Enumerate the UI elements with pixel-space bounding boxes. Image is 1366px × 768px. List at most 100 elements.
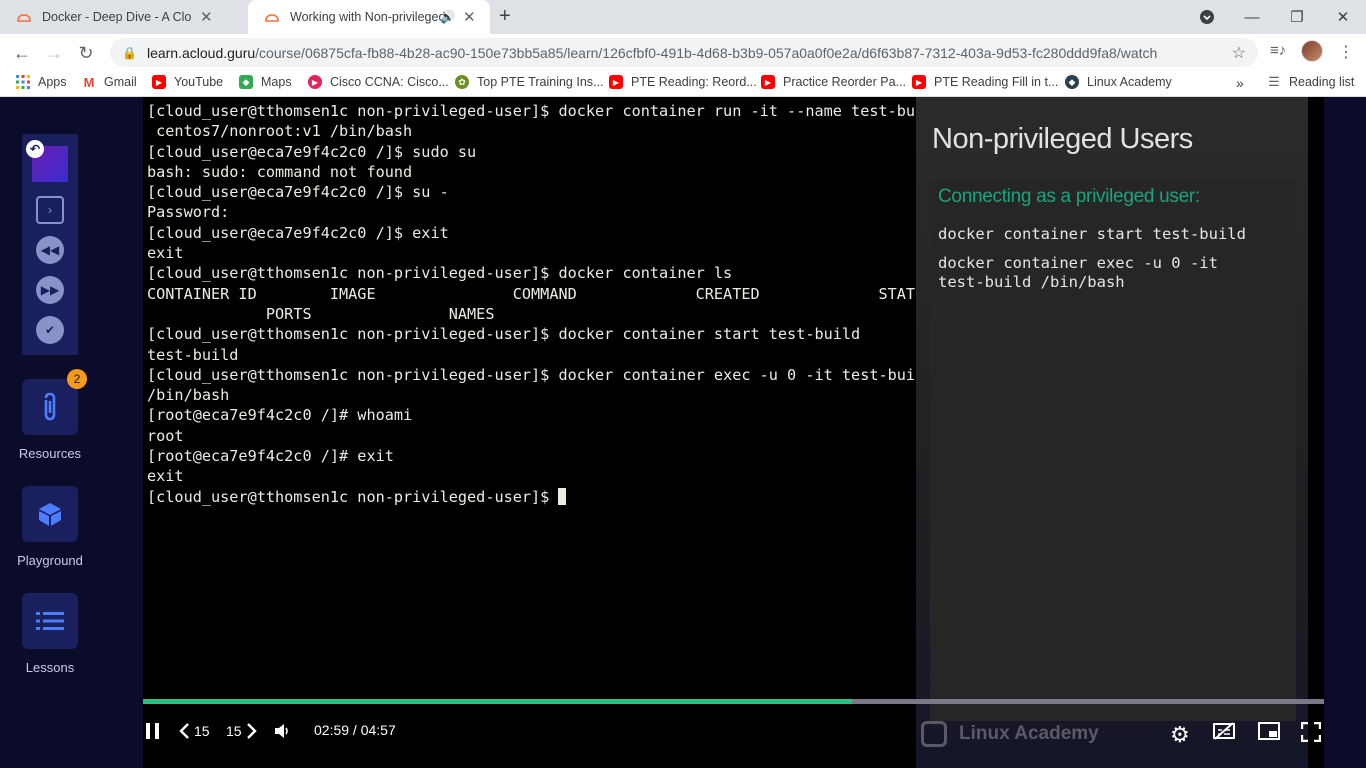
url-path: /course/06875cfa-fb88-4b28-ac90-150e73bb…	[255, 44, 1158, 61]
bookmark-pte-reading-reorder[interactable]: ▶ PTE Reading: Reord...	[609, 75, 757, 89]
browser-toolbar: ← → ↻ 🔒 learn.acloud.guru /course/06875c…	[0, 34, 1366, 71]
bookmark-label: Apps	[38, 75, 67, 89]
paperclip-icon	[44, 392, 56, 421]
bookmark-gmail[interactable]: M Gmail	[82, 75, 137, 90]
watermark-text: Linux Academy	[959, 723, 1099, 744]
bookmark-label: PTE Reading: Reord...	[631, 75, 757, 89]
right-gutter	[1324, 97, 1366, 768]
media-control-icon[interactable]: ≡♪	[1270, 42, 1286, 59]
tab-non-privileged[interactable]: Working with Non-privileged 🔊 ✕	[248, 0, 490, 34]
bookmark-label: YouTube	[174, 75, 224, 89]
playground-label: Playground	[17, 553, 83, 568]
volume-button[interactable]	[273, 722, 291, 740]
terminal-line: [cloud_user@eca7e9f4c2c0 /]$ su -	[147, 183, 449, 202]
close-tab-icon[interactable]: ✕	[463, 8, 476, 26]
rewind-15-button[interactable]: 15	[178, 722, 210, 740]
close-tab-icon[interactable]: ✕	[200, 8, 213, 26]
captions-off-button[interactable]	[1213, 722, 1235, 740]
cisco-icon: ▶	[308, 75, 322, 89]
gear-icon: ⚙	[1170, 722, 1190, 747]
pte-icon: ✿	[455, 75, 469, 89]
fullscreen-button[interactable]	[1301, 722, 1321, 742]
bookmark-label: Linux Academy	[1087, 75, 1172, 89]
back-arrow-icon[interactable]: ←	[9, 40, 35, 66]
lessons-label: Lessons	[25, 660, 75, 675]
bookmark-pte-training[interactable]: ✿ Top PTE Training Ins...	[455, 75, 603, 89]
linux-academy-icon: ◆	[1065, 75, 1079, 89]
reading-list-label: Reading list	[1289, 75, 1355, 89]
terminal-line: [cloud_user@eca7e9f4c2c0 /]$ sudo su	[147, 142, 477, 161]
tab-strip: Docker - Deep Dive - A Cloud Gu ✕ Workin…	[0, 0, 1366, 34]
resources-button[interactable]	[22, 379, 78, 435]
mark-complete-icon[interactable]: ✔	[36, 316, 64, 344]
bookmark-maps[interactable]: ◆ Maps	[239, 75, 292, 89]
linux-academy-logo-icon	[921, 721, 947, 747]
bookmark-linux-academy[interactable]: ◆ Linux Academy	[1065, 75, 1172, 89]
forward-arrow-icon[interactable]: →	[41, 40, 67, 66]
forward-label: 15	[226, 723, 242, 739]
lessons-button[interactable]	[22, 593, 78, 649]
chevron-right-icon	[246, 723, 257, 739]
video-progress-bar[interactable]	[143, 699, 1324, 704]
playground-button[interactable]	[22, 486, 78, 542]
resources-count-badge: 2	[67, 369, 87, 389]
forward-15-button[interactable]: 15	[226, 722, 258, 740]
acloudguru-tab-icon	[264, 9, 280, 25]
terminal-line: [root@eca7e9f4c2c0 /]# exit	[147, 447, 394, 466]
video-progress-fill	[143, 699, 852, 704]
profile-avatar[interactable]	[1301, 40, 1323, 62]
close-window-button[interactable]: ✕	[1320, 0, 1366, 34]
back-icon[interactable]: ↶	[26, 140, 44, 158]
toggle-panel-icon[interactable]: ›	[36, 196, 64, 224]
reading-list-icon: ☰	[1268, 74, 1280, 89]
slide-title: Non-privileged Users	[932, 123, 1193, 155]
next-lesson-icon[interactable]: ▶▶	[36, 276, 64, 304]
youtube-icon: ▶	[609, 75, 623, 89]
fullscreen-icon	[1301, 722, 1321, 742]
address-bar[interactable]: 🔒 learn.acloud.guru /course/06875cfa-fb8…	[110, 38, 1258, 67]
time-display: 02:59 / 04:57	[314, 722, 396, 738]
new-tab-button[interactable]: +	[499, 5, 511, 28]
bookmarks-bar: Apps M Gmail ▶ YouTube ◆ Maps ▶ Cisco CC…	[0, 71, 1366, 97]
previous-lesson-icon[interactable]: ◀◀	[36, 236, 64, 264]
bookmark-practice-reorder[interactable]: ▶ Practice Reorder Pa...	[761, 75, 906, 89]
terminal-line: [cloud_user@eca7e9f4c2c0 /]$ exit	[147, 223, 449, 242]
slide-code-exec: docker container exec -u 0 -it test-buil…	[938, 254, 1218, 291]
terminal-line: Password:	[147, 203, 230, 222]
reload-icon[interactable]: ↻	[73, 40, 99, 66]
menu-dots-icon[interactable]: ⋮	[1338, 42, 1354, 62]
tab-docker-deep-dive[interactable]: Docker - Deep Dive - A Cloud Gu ✕	[0, 0, 248, 34]
speaker-tab-icon[interactable]: 🔊	[440, 10, 455, 24]
acloudguru-tab-icon	[16, 9, 32, 25]
terminal-line: [cloud_user@tthomsen1c non-privileged-us…	[147, 264, 733, 283]
chevron-left-icon	[179, 723, 189, 739]
maximize-button[interactable]: ❐	[1274, 0, 1320, 34]
terminal-line: [root@eca7e9f4c2c0 /]# whoami	[147, 406, 413, 425]
more-bookmarks-button[interactable]: »	[1236, 75, 1244, 91]
captions-off-icon	[1213, 722, 1235, 740]
minimize-button[interactable]: —	[1229, 0, 1275, 34]
slide-content-box: Connecting as a privileged user: docker …	[930, 181, 1296, 721]
pause-button[interactable]	[145, 722, 161, 740]
bookmark-label: Gmail	[104, 75, 137, 89]
video-player[interactable]: [cloud_user@tthomsen1c non-privileged-us…	[143, 97, 1324, 768]
bookmark-star-icon[interactable]: ☆	[1232, 43, 1246, 63]
reading-list-button[interactable]: ☰ Reading list	[1267, 74, 1355, 89]
picture-in-picture-button[interactable]	[1258, 722, 1280, 740]
tab-title: Working with Non-privileged	[290, 10, 446, 24]
bookmark-apps[interactable]: Apps	[16, 75, 67, 89]
bookmark-label: PTE Reading Fill in t...	[934, 75, 1059, 89]
tab-search-icon[interactable]	[1184, 0, 1230, 34]
settings-button[interactable]: ⚙	[1170, 722, 1190, 748]
slide-code-start: docker container start test-build	[938, 225, 1246, 243]
terminal-cursor	[558, 487, 567, 505]
terminal-line: /bin/bash	[147, 386, 230, 405]
bookmark-pte-fill[interactable]: ▶ PTE Reading Fill in t...	[912, 75, 1058, 89]
terminal-prompt: [cloud_user@tthomsen1c non-privileged-us…	[147, 487, 559, 506]
bookmark-cisco[interactable]: ▶ Cisco CCNA: Cisco...	[308, 75, 449, 89]
youtube-icon: ▶	[761, 75, 775, 89]
terminal-output: [cloud_user@tthomsen1c non-privileged-us…	[143, 101, 943, 701]
terminal-lines: [cloud_user@tthomsen1c non-privileged-us…	[147, 101, 943, 487]
bookmark-youtube[interactable]: ▶ YouTube	[152, 75, 223, 89]
linux-academy-watermark: Linux Academy	[921, 721, 1099, 747]
